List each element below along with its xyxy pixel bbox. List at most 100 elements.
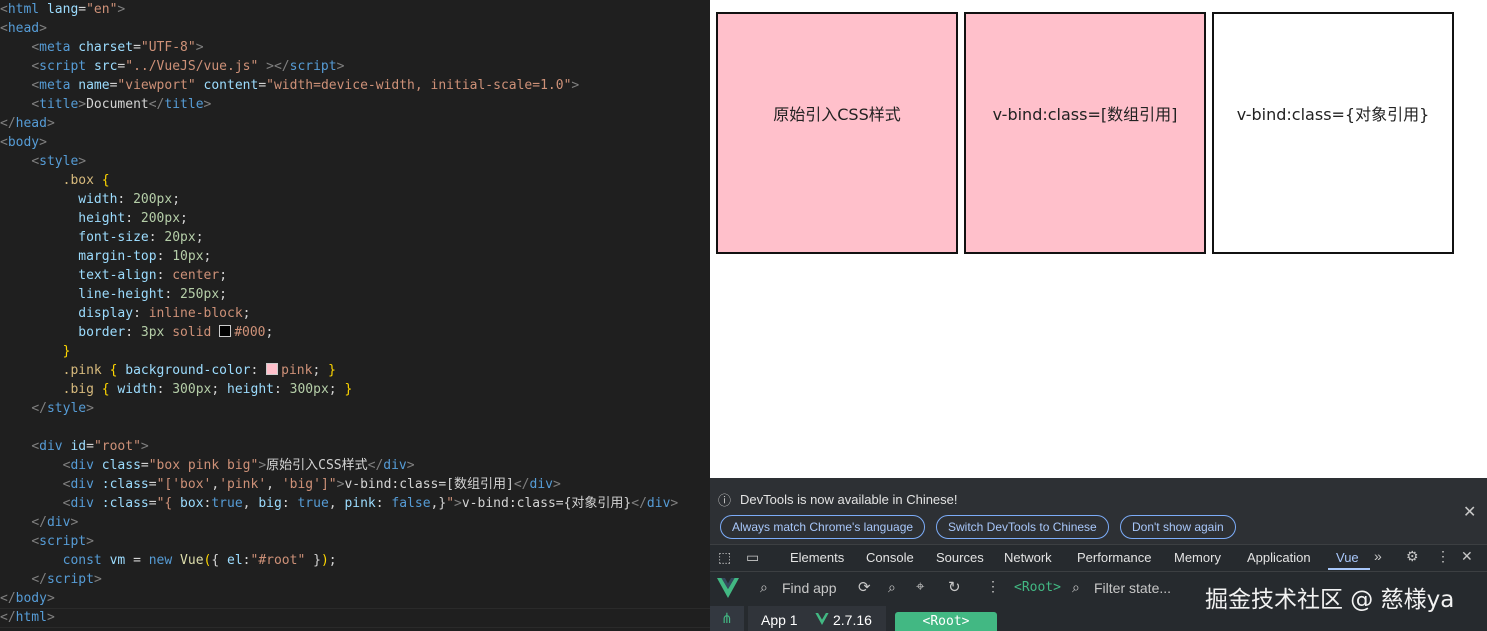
code-token: display bbox=[78, 306, 134, 321]
vue-version: 2.7.16 bbox=[833, 612, 872, 628]
code-token: , bbox=[242, 496, 259, 511]
tab-performance[interactable]: Performance bbox=[1077, 550, 1151, 565]
code-token: } bbox=[62, 344, 71, 359]
code-token: "width=device-width, initial-scale=1.0" bbox=[266, 78, 572, 93]
code-token: > bbox=[117, 2, 126, 17]
gear-icon[interactable]: ⚙ bbox=[1406, 548, 1419, 565]
find-app-input[interactable]: Find app bbox=[782, 580, 836, 596]
tab-vue[interactable]: Vue bbox=[1336, 550, 1359, 565]
device-toolbar-icon[interactable]: ▭ bbox=[746, 549, 759, 566]
code-token: width bbox=[78, 192, 118, 207]
code-token: > bbox=[70, 515, 79, 530]
close-infobar-icon[interactable]: ✕ bbox=[1463, 502, 1476, 522]
tab-application[interactable]: Application bbox=[1247, 550, 1311, 565]
code-token: > bbox=[93, 572, 102, 587]
tab-sources[interactable]: Sources bbox=[936, 550, 984, 565]
always-match-language-button[interactable]: Always match Chrome's language bbox=[720, 515, 926, 539]
code-token: } bbox=[328, 363, 336, 378]
code-token: , bbox=[328, 496, 345, 511]
code-token: lang bbox=[46, 2, 79, 17]
more-options-icon[interactable]: ⋮ bbox=[986, 578, 1000, 595]
code-token: div bbox=[383, 458, 407, 473]
code-token: > bbox=[195, 40, 204, 55]
color-swatch[interactable] bbox=[219, 325, 232, 337]
code-token: el bbox=[227, 553, 243, 568]
dont-show-again-button[interactable]: Don't show again bbox=[1120, 515, 1236, 539]
code-token: :class bbox=[101, 496, 149, 511]
code-token: ; bbox=[219, 287, 227, 302]
code-token: .box bbox=[62, 173, 94, 188]
code-token: inline-block bbox=[148, 306, 243, 321]
code-line: <meta name="viewport" content="width=dev… bbox=[0, 76, 579, 95]
code-token: : bbox=[125, 325, 141, 340]
code-token: } bbox=[305, 553, 321, 568]
code-token: "UTF-8" bbox=[140, 40, 196, 55]
code-editor[interactable]: <html lang="en"> <head> <meta charset="UT… bbox=[0, 0, 710, 631]
code-token: ></ bbox=[266, 59, 290, 74]
select-component-icon[interactable]: ⌖ bbox=[916, 578, 924, 595]
code-token: body bbox=[15, 591, 47, 606]
code-token: font-size bbox=[78, 230, 149, 245]
box-original-css: 原始引入CSS样式 bbox=[716, 12, 958, 254]
code-token: "[ bbox=[156, 477, 173, 492]
refresh-apps-icon[interactable]: ⟳ bbox=[858, 578, 871, 596]
code-line: <div id="root"> bbox=[0, 437, 149, 456]
code-token: > bbox=[454, 496, 462, 511]
switch-to-chinese-button[interactable]: Switch DevTools to Chinese bbox=[936, 515, 1109, 539]
code-token: meta bbox=[39, 78, 71, 93]
code-token: head bbox=[15, 116, 47, 131]
code-token: > bbox=[140, 439, 149, 454]
color-swatch[interactable] bbox=[266, 363, 279, 375]
code-token: text-align bbox=[78, 268, 157, 283]
code-line: <head> bbox=[0, 19, 47, 38]
code-token: > bbox=[46, 591, 55, 606]
tab-memory[interactable]: Memory bbox=[1174, 550, 1221, 565]
code-token: : bbox=[375, 496, 392, 511]
close-devtools-icon[interactable]: ✕ bbox=[1461, 548, 1473, 565]
refresh-icon[interactable]: ↻ bbox=[948, 578, 961, 596]
filter-state-input[interactable]: Filter state... bbox=[1094, 580, 1171, 596]
tab-network[interactable]: Network bbox=[1004, 550, 1052, 565]
code-token: = bbox=[125, 553, 149, 568]
tab-elements[interactable]: Elements bbox=[790, 550, 844, 565]
code-token: > bbox=[571, 78, 580, 93]
code-token: html bbox=[15, 610, 47, 625]
info-icon: ⓘ bbox=[718, 493, 732, 508]
vue-logo-icon bbox=[717, 578, 739, 598]
code-token: = bbox=[133, 40, 141, 55]
root-component-badge[interactable]: <Root> bbox=[895, 612, 997, 631]
code-token: id bbox=[70, 439, 87, 454]
component-tree-tab[interactable]: ⋔ bbox=[710, 606, 744, 631]
more-tabs-icon[interactable]: » bbox=[1374, 548, 1382, 564]
code-token: solid bbox=[172, 325, 212, 340]
code-token: ; bbox=[172, 192, 181, 207]
code-token: </ bbox=[367, 458, 384, 473]
code-token: < bbox=[31, 40, 40, 55]
code-token: : bbox=[133, 306, 149, 321]
tab-console[interactable]: Console bbox=[866, 550, 914, 565]
code-token: : bbox=[156, 249, 173, 264]
code-token: ; bbox=[265, 325, 274, 340]
search-component-icon[interactable]: ⌕ bbox=[888, 579, 896, 596]
kebab-menu-icon[interactable]: ⋮ bbox=[1436, 548, 1450, 565]
inspect-element-icon[interactable]: ⬚ bbox=[718, 549, 731, 566]
code-token: ; bbox=[195, 230, 204, 245]
app-selector[interactable]: App 1 2.7.16 bbox=[748, 606, 886, 631]
code-token: Document bbox=[86, 97, 149, 112]
code-token: 'box' bbox=[172, 477, 212, 492]
code-line: </div> bbox=[0, 513, 78, 532]
